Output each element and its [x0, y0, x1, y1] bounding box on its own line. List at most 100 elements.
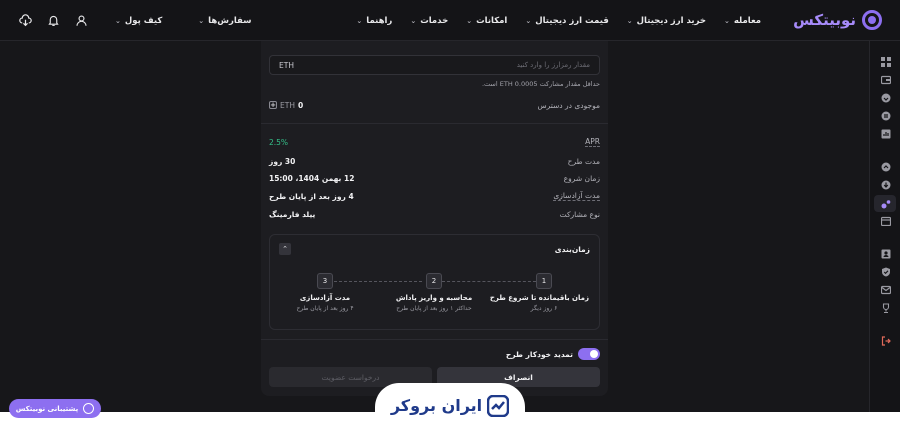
watermark-label: ایران بروکر: [390, 396, 483, 415]
apr-row: 2.5% APR: [269, 136, 600, 148]
security-shield-icon[interactable]: [880, 266, 891, 277]
auto-renew-row: تمدید خودکار طرح: [506, 348, 600, 360]
start-time-label: زمان شروع: [563, 173, 600, 183]
participation-type-value: ییلد فارمینگ: [269, 209, 316, 219]
trophy-icon[interactable]: [880, 302, 891, 313]
balance-value: 0: [297, 100, 304, 110]
wallet-menu[interactable]: کیف پول ⌄: [106, 16, 171, 26]
divider: [261, 339, 608, 340]
schedule-step-1: 1 زمان باقیمانده تا شروع طرح ۶ روز دیگر: [489, 273, 589, 312]
convert-icon[interactable]: [880, 110, 891, 121]
min-amount-hint: حداقل مقدار مشارکت ETH 0.0005 است.: [481, 80, 600, 88]
main-nav: معامله ⌄ خرید ارز دیجیتال ⌄ قیمت ارز دیجیت…: [347, 0, 770, 41]
chevron-down-icon: ⌄: [723, 16, 730, 25]
release-value: 4 روز بعد از پایان طرح: [269, 191, 354, 201]
right-sidebar: [869, 41, 900, 412]
nobitex-logo-icon: [862, 10, 882, 30]
schedule-card: زمان‌بندی ⌃ 1 زمان باقیمانده تا شروع طرح…: [269, 234, 600, 330]
chevron-down-icon: ⌄: [626, 16, 633, 25]
amount-unit: ETH: [279, 61, 294, 70]
nav-label: خرید ارز دیجیتال: [636, 15, 706, 26]
amount-placeholder: مقدار رمزارز را وارد کنید: [516, 61, 590, 69]
user-profile-icon[interactable]: [74, 14, 88, 28]
nav-label: راهنما: [366, 15, 393, 26]
schedule-step-3: 3 مدت آزادسازی ۴ روز بعد از پایان طرح: [280, 273, 370, 312]
chevron-down-icon: ⌄: [115, 16, 121, 25]
calendar-icon[interactable]: [880, 215, 891, 226]
support-chat-icon: [83, 403, 95, 414]
app-window: نوبیتکس معامله ⌄ خرید ارز دیجیتال ⌄ قیمت ا…: [0, 0, 900, 412]
watermark-logo-icon: [487, 394, 510, 417]
logo-text: نوبیتکس: [793, 11, 856, 29]
wallet-label: کیف پول: [124, 15, 163, 26]
participation-type-label: نوع مشارکت: [559, 209, 600, 219]
chart-icon[interactable]: [880, 128, 891, 139]
duration-label: مدت طرح: [567, 156, 600, 166]
start-time-value: 12 بهمن 1404، 15:00: [269, 173, 355, 183]
nav-item-help[interactable]: راهنما ⌄: [347, 16, 401, 26]
wallet-icon[interactable]: [880, 74, 891, 85]
step-title: مدت آزادسازی: [299, 294, 351, 302]
step-subtitle: ۶ روز دیگر: [530, 305, 558, 312]
collapse-chevron-up-icon[interactable]: ⌃: [279, 243, 291, 255]
dashboard-icon[interactable]: [880, 56, 891, 67]
release-row: 4 روز بعد از پایان طرح مدت آزادسازی: [269, 190, 600, 202]
messages-icon[interactable]: [880, 284, 891, 295]
chevron-down-icon: ⌄: [356, 16, 363, 25]
apr-value: 2.5%: [269, 137, 289, 147]
schedule-step-2: 2 محاسبه و واریز پاداش حداکثر ۱ روز بعد …: [389, 273, 479, 312]
duration-value: 30 روز: [269, 156, 296, 166]
nav-item-crypto-prices[interactable]: قیمت ارز دیجیتال ⌄: [516, 16, 617, 26]
step-number: 1: [536, 273, 552, 289]
header-icons: [18, 0, 88, 41]
nav-item-buy-crypto[interactable]: خرید ارز دیجیتال ⌄: [618, 16, 715, 26]
identity-icon[interactable]: [880, 248, 891, 259]
step-title: محاسبه و واریز پاداش: [395, 294, 473, 302]
step-title: زمان باقیمانده تا شروع طرح: [489, 294, 589, 302]
account-links: کیف پول ⌄ سفارش‌ها ⌄: [106, 0, 261, 41]
auto-renew-toggle[interactable]: [578, 348, 600, 360]
market-icon[interactable]: [880, 161, 891, 172]
nav-label: قیمت ارز دیجیتال: [535, 15, 609, 26]
balance-value-group: + ETH 0: [269, 101, 303, 110]
chevron-down-icon: ⌄: [198, 16, 205, 25]
nav-label: معامله: [733, 15, 761, 26]
exchange-icon[interactable]: [880, 92, 891, 103]
nav-label: خدمات: [420, 15, 449, 26]
step-subtitle: حداکثر ۱ روز بعد از پایان طرح: [396, 305, 472, 312]
nav-label: امکانات: [476, 15, 508, 26]
step-subtitle: ۴ روز بعد از پایان طرح: [296, 305, 354, 312]
support-button[interactable]: پشتیبانی نوبیتکس: [9, 399, 101, 418]
auto-renew-label: تمدید خودکار طرح: [505, 349, 573, 359]
nav-item-features[interactable]: امکانات ⌄: [457, 16, 516, 26]
watermark-badge: ایران بروکر: [375, 383, 525, 428]
staking-form-panel: ETH مقدار رمزارز را وارد کنید حداقل مقدا…: [261, 41, 608, 396]
step-number: 2: [426, 273, 442, 289]
chevron-down-icon: ⌄: [525, 16, 532, 25]
support-label: پشتیبانی نوبیتکس: [15, 404, 79, 413]
staking-icon[interactable]: [880, 198, 891, 209]
orders-label: سفارش‌ها: [208, 15, 252, 26]
duration-row: 30 روز مدت طرح: [269, 155, 600, 167]
nav-item-trade[interactable]: معامله ⌄: [715, 16, 770, 26]
top-navbar: نوبیتکس معامله ⌄ خرید ارز دیجیتال ⌄ قیمت ا…: [0, 0, 900, 41]
participation-type-row: ییلد فارمینگ نوع مشارکت: [269, 208, 600, 220]
schedule-title: زمان‌بندی: [554, 245, 590, 254]
add-balance-icon[interactable]: +: [269, 101, 277, 109]
amount-input[interactable]: ETH مقدار رمزارز را وارد کنید: [269, 55, 600, 75]
start-time-row: 12 بهمن 1404، 15:00 زمان شروع: [269, 172, 600, 184]
chevron-down-icon: ⌄: [466, 16, 473, 25]
logout-icon[interactable]: [880, 335, 891, 346]
apr-label[interactable]: APR: [585, 137, 600, 147]
logo[interactable]: نوبیتکس: [793, 9, 882, 31]
step-number: 3: [317, 273, 333, 289]
orders-menu[interactable]: سفارش‌ها ⌄: [189, 16, 260, 26]
divider: [261, 123, 608, 124]
balance-unit: ETH: [280, 100, 295, 110]
download-app-icon[interactable]: [18, 14, 32, 28]
notification-bell-icon[interactable]: [46, 14, 60, 28]
release-label[interactable]: مدت آزادسازی: [553, 191, 600, 201]
nav-item-services[interactable]: خدمات ⌄: [401, 16, 457, 26]
balance-label: موجودی در دسترس: [537, 100, 600, 110]
deposit-icon[interactable]: [880, 179, 891, 190]
